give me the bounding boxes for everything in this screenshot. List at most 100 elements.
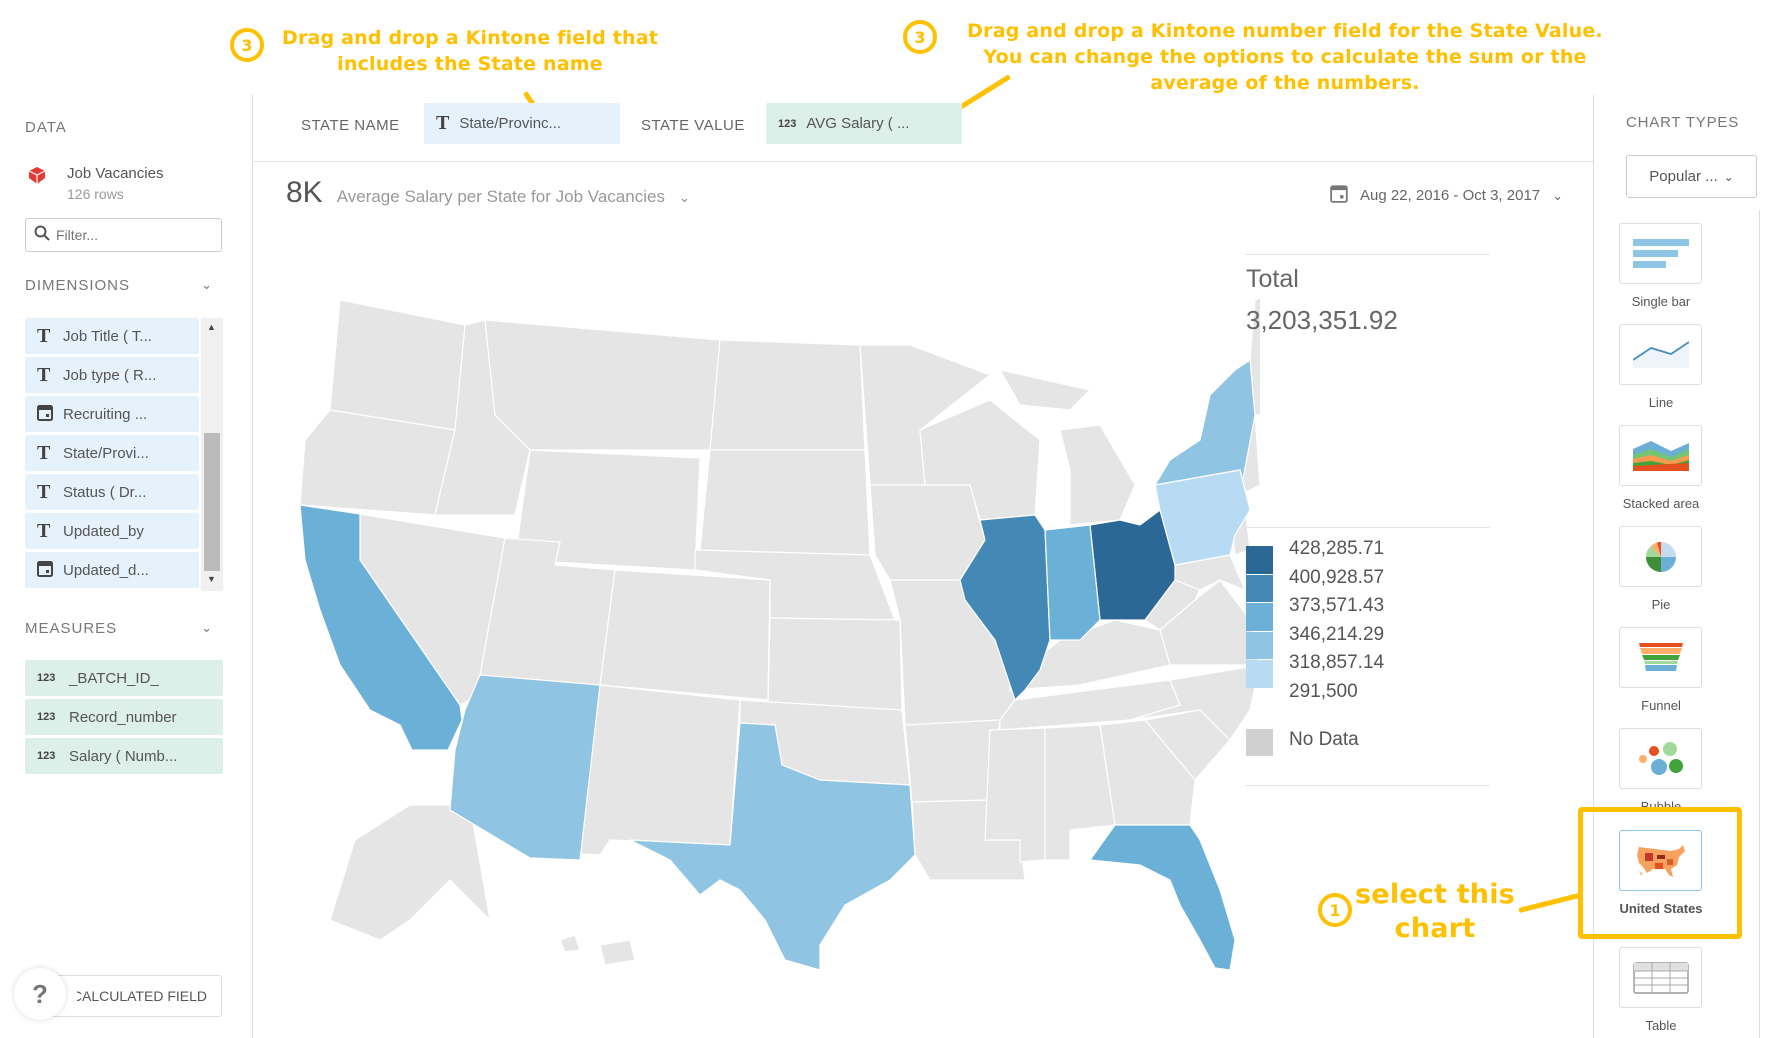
state-name-value: State/Provinc... xyxy=(459,115,562,132)
legend-swatch xyxy=(1246,603,1273,631)
dimension-field-updated-by[interactable]: T Updated_by xyxy=(25,513,199,549)
chart-type-label: Stacked area xyxy=(1622,496,1700,511)
chart-type-label: Table xyxy=(1645,1018,1677,1033)
annotation-step-3: Drag and drop a Kintone number field for… xyxy=(935,18,1635,96)
number-field-icon: 123 xyxy=(37,672,56,684)
line-chart-icon xyxy=(1619,324,1702,385)
total-value: 3,203,351.92 xyxy=(1246,305,1398,335)
state-iowa[interactable] xyxy=(869,484,986,581)
dimensions-scrollbar[interactable]: ▲ ▼ xyxy=(201,318,223,591)
state-north-dakota[interactable] xyxy=(709,339,866,451)
annotation-text: Drag and drop a Kintone number field for… xyxy=(967,20,1603,42)
chart-types-title: CHART TYPES xyxy=(1626,114,1740,131)
text-field-icon: T xyxy=(436,112,450,134)
scroll-up-arrow-icon[interactable]: ▲ xyxy=(207,322,216,332)
dimension-field-job-type[interactable]: T Job type ( R... xyxy=(25,357,199,393)
text-field-icon: T xyxy=(37,324,51,347)
chart-category-select[interactable]: Popular ... ⌄ xyxy=(1626,155,1757,198)
number-field-icon: 123 xyxy=(37,711,56,723)
field-label: Updated_by xyxy=(63,522,144,540)
pie-chart-icon xyxy=(1619,526,1702,587)
chart-category-value: Popular ... xyxy=(1649,168,1718,185)
measures-collapse-chevron-icon[interactable]: ⌄ xyxy=(201,620,212,636)
annotation-text: average of the numbers. xyxy=(1150,72,1420,94)
annotation-step-1-badge: 1 xyxy=(1318,893,1352,927)
stacked-area-chart-icon xyxy=(1619,425,1702,486)
annotation-step-3-badge: 3 xyxy=(903,20,937,54)
measures-list: 123 _BATCH_ID_ 123 Record_number 123 Salary… xyxy=(25,660,223,777)
state-name-drop-zone[interactable]: T State/Provinc... xyxy=(424,103,620,144)
dataset-info[interactable]: Job Vacancies 126 rows xyxy=(25,165,163,202)
annotation-text: chart xyxy=(1394,913,1476,944)
text-field-icon: T xyxy=(37,441,51,464)
chart-title-dropdown-chevron-icon[interactable]: ⌄ xyxy=(679,190,690,206)
state-value-label: STATE VALUE xyxy=(641,117,745,134)
legend-no-data-swatch xyxy=(1246,729,1273,756)
chart-type-pie[interactable]: Pie xyxy=(1619,526,1703,612)
state-washington[interactable] xyxy=(329,299,466,431)
chart-type-bubble[interactable]: Bubble xyxy=(1619,728,1703,814)
help-button[interactable]: ? xyxy=(14,968,66,1020)
state-arkansas[interactable] xyxy=(904,719,1001,803)
state-montana[interactable] xyxy=(484,319,721,451)
chart-type-line[interactable]: Line xyxy=(1619,324,1703,410)
calendar-icon xyxy=(37,560,53,581)
state-oregon[interactable] xyxy=(300,409,456,516)
scrollbar-thumb[interactable] xyxy=(204,433,220,571)
chart-type-label: Line xyxy=(1648,395,1674,410)
field-label: _BATCH_ID_ xyxy=(69,669,159,687)
chart-types-scroll-edge xyxy=(1759,210,1760,1038)
chart-type-table[interactable]: Table xyxy=(1619,947,1703,1033)
text-field-icon: T xyxy=(37,480,51,503)
add-calculated-field-button[interactable]: ADD CALCULATED FIELD xyxy=(40,975,222,1017)
calendar-icon xyxy=(1330,184,1348,207)
legend-divider-top xyxy=(1245,527,1490,528)
state-colorado[interactable] xyxy=(599,569,771,701)
measure-field-record-number[interactable]: 123 Record_number xyxy=(25,699,223,735)
dimension-field-status[interactable]: T Status ( Dr... xyxy=(25,474,199,510)
filter-input[interactable] xyxy=(56,227,206,243)
total-label: Total xyxy=(1246,265,1299,293)
state-indiana[interactable] xyxy=(1044,524,1101,641)
app-root: 3 Drag and drop a Kintone field that inc… xyxy=(0,0,1769,1038)
field-label: Job Title ( T... xyxy=(63,327,152,345)
field-label: Recruiting ... xyxy=(63,405,148,423)
state-value-drop-zone[interactable]: 123 AVG Salary ( ... xyxy=(766,103,962,144)
dimension-field-recruiting[interactable]: Recruiting ... xyxy=(25,396,199,432)
table-chart-icon xyxy=(1619,947,1702,1008)
field-label: Salary ( Numb... xyxy=(69,747,178,765)
single-bar-chart-icon xyxy=(1619,223,1702,284)
state-kansas[interactable] xyxy=(767,617,903,711)
dimension-field-state-province[interactable]: T State/Provi... xyxy=(25,435,199,471)
chart-type-label: Pie xyxy=(1651,597,1671,612)
field-label: Updated_d... xyxy=(63,561,149,579)
chart-header: 8K Average Salary per State for Job Vaca… xyxy=(286,176,690,210)
state-south-dakota[interactable] xyxy=(699,449,871,556)
state-florida[interactable] xyxy=(1088,824,1236,970)
state-alaska[interactable] xyxy=(329,804,491,941)
annotation-pointer xyxy=(1518,893,1580,913)
chart-type-stacked-area[interactable]: Stacked area xyxy=(1619,425,1703,511)
legend-no-data-label: No Data xyxy=(1289,729,1359,750)
measure-field-salary[interactable]: 123 Salary ( Numb... xyxy=(25,738,223,774)
scroll-down-arrow-icon[interactable]: ▼ xyxy=(207,574,216,584)
annotation-text: select this xyxy=(1355,879,1515,910)
dataset-row-count: 126 rows xyxy=(67,186,124,202)
dataset-cube-icon xyxy=(25,165,49,202)
dimension-field-updated-date[interactable]: Updated_d... xyxy=(25,552,199,588)
filter-input-wrapper[interactable] xyxy=(25,218,222,252)
number-field-icon: 123 xyxy=(778,117,797,130)
measure-field-batch-id[interactable]: 123 _BATCH_ID_ xyxy=(25,660,223,696)
chart-type-single-bar[interactable]: Single bar xyxy=(1619,223,1703,309)
date-range-picker[interactable]: Aug 22, 2016 - Oct 3, 2017 ⌄ xyxy=(1330,184,1563,207)
date-range-chevron-icon: ⌄ xyxy=(1552,187,1564,203)
chart-type-funnel[interactable]: Funnel xyxy=(1619,627,1703,713)
chart-title[interactable]: Average Salary per State for Job Vacanci… xyxy=(337,187,665,207)
dimension-field-job-title[interactable]: T Job Title ( T... xyxy=(25,318,199,354)
field-label: Job type ( R... xyxy=(63,366,157,384)
calendar-icon xyxy=(37,404,53,425)
bubble-chart-icon xyxy=(1619,728,1702,789)
number-field-icon: 123 xyxy=(37,750,56,762)
state-hawaii[interactable] xyxy=(559,934,636,966)
dimensions-collapse-chevron-icon[interactable]: ⌄ xyxy=(201,277,212,293)
